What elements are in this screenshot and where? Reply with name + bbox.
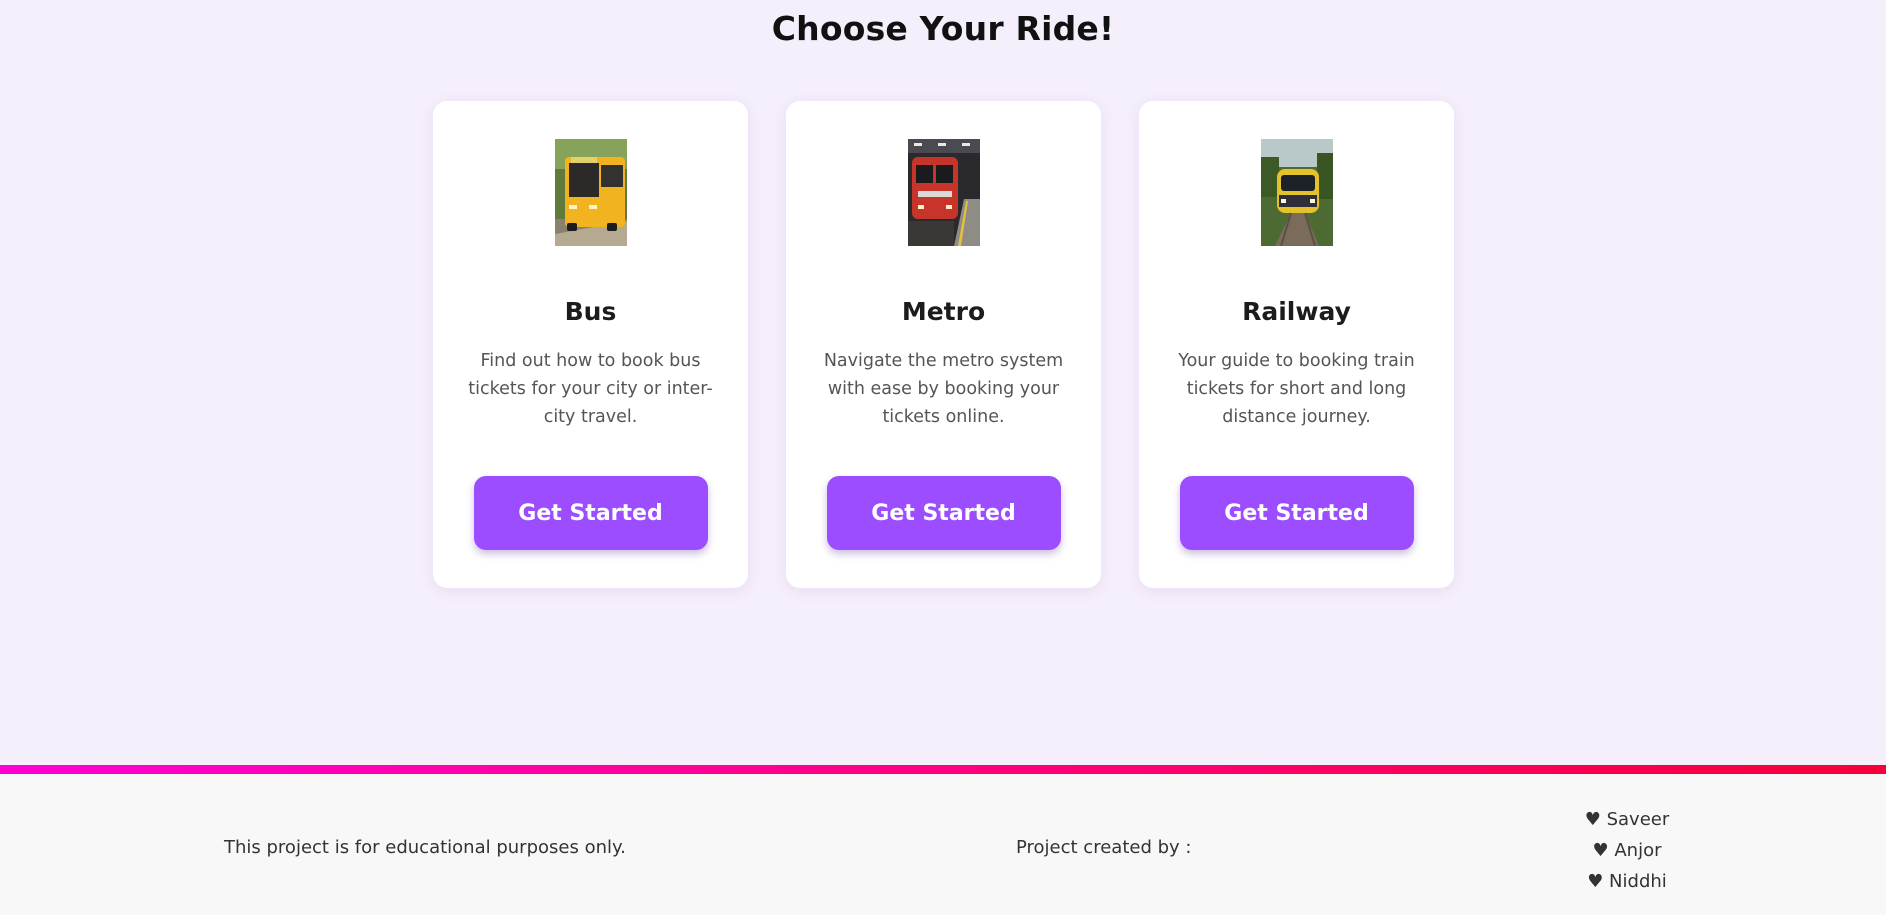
card-description: Navigate the metro system with ease by b… bbox=[823, 351, 1064, 427]
creator-list: ♥ Saveer ♥ Anjor ♥ Niddhi bbox=[1560, 804, 1694, 897]
footer-disclaimer: This project is for educational purposes… bbox=[224, 837, 626, 858]
bus-photo-graphic bbox=[554, 139, 627, 246]
metro-photo bbox=[907, 139, 980, 246]
footer-divider bbox=[0, 765, 1886, 774]
metro-photo-graphic bbox=[907, 139, 980, 246]
ride-cards: Bus Find out how to book bus tickets for… bbox=[433, 101, 1454, 588]
creator-name: ♥ Niddhi bbox=[1587, 871, 1667, 892]
card-description: Find out how to book bus tickets for you… bbox=[468, 351, 713, 427]
bus-photo bbox=[554, 139, 627, 246]
card-railway: Railway Your guide to booking train tick… bbox=[1139, 101, 1454, 588]
footer: This project is for educational purposes… bbox=[0, 774, 1886, 915]
bus-get-started-button[interactable]: Get Started bbox=[473, 476, 708, 550]
card-title: Railway bbox=[1242, 297, 1351, 326]
creator-name: ♥ Anjor bbox=[1592, 840, 1662, 861]
card-description: Your guide to booking train tickets for … bbox=[1178, 351, 1415, 427]
metro-get-started-button[interactable]: Get Started bbox=[826, 476, 1061, 550]
card-title: Bus bbox=[564, 297, 617, 326]
card-bus: Bus Find out how to book bus tickets for… bbox=[433, 101, 748, 588]
train-photo-graphic bbox=[1260, 139, 1333, 246]
card-metro: Metro Navigate the metro system with eas… bbox=[786, 101, 1101, 588]
train-photo bbox=[1260, 139, 1333, 246]
railway-get-started-button[interactable]: Get Started bbox=[1179, 476, 1414, 550]
footer-credit-label: Project created by : bbox=[1016, 837, 1192, 858]
page-title: Choose Your Ride! bbox=[771, 9, 1115, 49]
card-title: Metro bbox=[901, 297, 986, 326]
creator-name: ♥ Saveer bbox=[1584, 809, 1670, 830]
